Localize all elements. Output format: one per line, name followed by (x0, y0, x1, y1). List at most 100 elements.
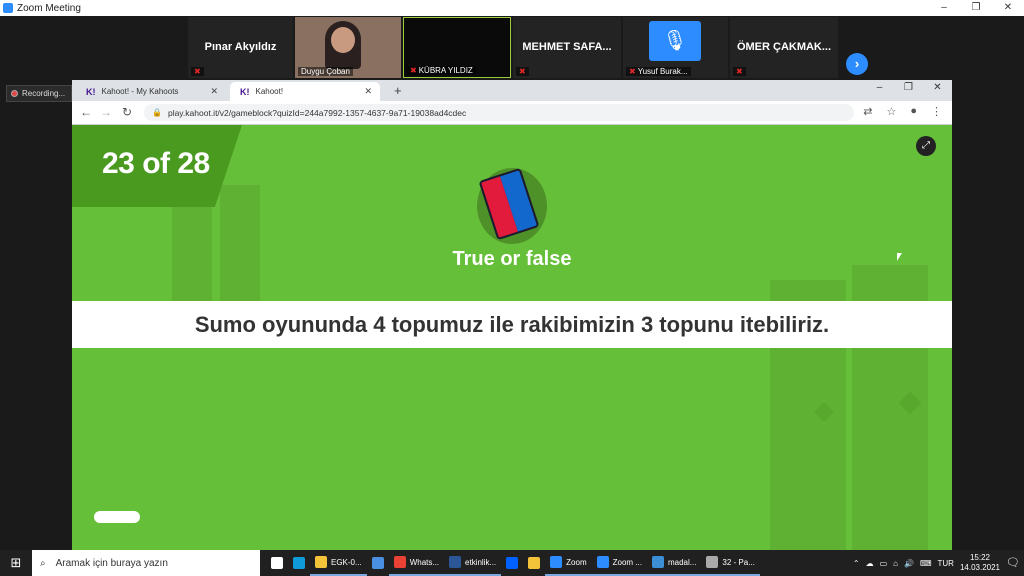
dropbox-icon (506, 557, 519, 569)
url-field[interactable]: 🔒 play.kahoot.it/v2/gameblock?quizId=244… (144, 104, 854, 121)
tab-kahoot[interactable]: K! Kahoot! ✕ (230, 82, 380, 101)
zoom-window-title: Zoom Meeting (17, 2, 81, 14)
recording-label: Recording... (22, 89, 66, 98)
zoom-titlebar: Zoom Meeting – ❐ ✕ (0, 0, 1024, 16)
menu-kebab-icon[interactable]: ⋮ (931, 105, 942, 118)
taskbar-app-mail[interactable] (367, 550, 389, 576)
toolbar-icons: ⇄ ☆ ● ⋮ (863, 105, 942, 118)
notification-icon[interactable]: 🗨 (1006, 556, 1020, 569)
recording-dot-icon (11, 90, 18, 97)
taskbar-app-zoom[interactable]: Zoom ... (591, 550, 647, 576)
browser-window-controls: – ❐ ✕ (865, 82, 952, 93)
participant-tile[interactable]: Pınar Akyıldız ✖ (188, 17, 293, 78)
participant-tile[interactable]: Duygu Çoban (295, 17, 401, 78)
lock-icon: 🔒 (152, 108, 162, 117)
taskbar-app-word[interactable]: etkinlik... (444, 550, 502, 576)
taskbar-search[interactable]: ⌕ Aramak için buraya yazın (32, 550, 260, 576)
mail-icon (371, 557, 384, 569)
language-indicator[interactable]: TUR (938, 559, 954, 568)
cloud-icon[interactable]: ☁ (866, 559, 874, 568)
network-icon[interactable]: ⌂ (893, 559, 898, 568)
kahoot-favicon-icon: K! (240, 86, 250, 97)
taskbar-app-edge[interactable] (288, 550, 310, 576)
taskbar-app-zoom[interactable]: Zoom (545, 550, 592, 576)
zoom-minimize-button[interactable]: – (928, 0, 960, 16)
fullscreen-icon[interactable]: ⤢ (916, 136, 936, 156)
zoom-window-controls: – ❐ ✕ (928, 0, 1024, 16)
mic-muted-icon: ✖ (516, 67, 529, 76)
taskbar-app-paint[interactable]: 32 - Pa... (701, 550, 760, 576)
back-arrow-icon[interactable]: ← (80, 105, 92, 119)
participant-name: MEHMET SAFA... (522, 41, 612, 53)
tab-label: Kahoot! (255, 87, 284, 96)
taskbar-app-label: 32 - Pa... (722, 557, 755, 567)
taskbar-app-folder[interactable]: EGK-0... (310, 550, 367, 576)
next-participants-button[interactable]: › (846, 53, 868, 75)
taskbar-app-label: madal... (667, 557, 697, 567)
zoom-icon (550, 556, 563, 568)
browser-maximize-button[interactable]: ❐ (894, 82, 923, 93)
kahoot-favicon-icon: K! (86, 86, 96, 97)
profile-icon[interactable]: ● (910, 105, 917, 118)
zoom-close-button[interactable]: ✕ (992, 0, 1024, 16)
kahoot-page: 23 of 28 ⤢ True or false Sumo oyununda 4… (72, 125, 952, 550)
question-counter: 23 of 28 (102, 147, 210, 180)
taskbar-app-photos[interactable]: madal... (646, 550, 702, 576)
participant-face (331, 27, 355, 53)
task-view-icon (271, 557, 283, 569)
clock-date: 14.03.2021 (959, 563, 1000, 572)
participant-tile[interactable]: ✖ KÜBRA YILDIZ (403, 17, 511, 78)
zoom-icon (596, 556, 609, 568)
search-placeholder: Aramak için buraya yazın (55, 557, 168, 569)
tab-close-icon[interactable]: ✕ (364, 86, 372, 97)
background-shape (220, 185, 260, 305)
participant-tile[interactable]: ÖMER ÇAKMAK... ✖ (730, 17, 838, 78)
participant-label: Duygu Çoban (298, 67, 353, 76)
clock[interactable]: 15:22 14.03.2021 (960, 553, 1000, 573)
system-tray: ⌃ ☁ ▭ ⌂ 🔊 ⌨ TUR 15:22 14.03.2021 (853, 550, 1000, 576)
browser-minimize-button[interactable]: – (865, 82, 894, 93)
taskbar: ⊞ ⌕ Aramak için buraya yazın EGK-0... Wha… (0, 550, 1024, 576)
browser-window: K! Kahoot! - My Kahoots ✕ K! Kahoot! ✕ +… (72, 80, 952, 550)
taskbar-app-chrome[interactable]: Whats... (388, 550, 445, 576)
photos-icon (651, 556, 664, 568)
browser-close-button[interactable]: ✕ (923, 82, 952, 93)
participant-name: Pınar Akyıldız (204, 41, 277, 53)
recording-indicator[interactable]: Recording... (6, 85, 72, 102)
taskbar-apps: EGK-0... Whats... etkinlik... Zoom Zoom ... m… (266, 550, 760, 576)
mic-off-avatar-icon: 🎙 (649, 21, 701, 61)
zoom-logo-icon (3, 3, 13, 13)
files-icon (528, 557, 541, 569)
url-text: play.kahoot.it/v2/gameblock?quizId=244a7… (167, 107, 467, 118)
windows-start-icon[interactable]: ⊞ (0, 550, 32, 576)
participant-strip: Pınar Akyıldız ✖ Duygu Çoban ✖ KÜBRA YILD… (0, 16, 1024, 80)
taskbar-app-dropbox[interactable] (501, 550, 523, 576)
taskbar-app-task-view[interactable] (266, 550, 288, 576)
taskbar-app-label: etkinlik... (465, 557, 497, 567)
mouse-cursor-icon (897, 253, 907, 261)
zoom-maximize-button[interactable]: ❐ (960, 0, 992, 16)
participant-tile[interactable]: MEHMET SAFA... ✖ (513, 17, 621, 78)
participant-tile[interactable]: 🎙 ✖ Yusuf Burak... (623, 17, 728, 78)
mic-muted-icon: ✖ (733, 67, 746, 76)
word-icon (449, 556, 462, 568)
volume-icon[interactable]: 🔊 (904, 559, 914, 568)
tab-my-kahoots[interactable]: K! Kahoot! - My Kahoots ✕ (76, 82, 226, 101)
new-tab-button[interactable]: + (394, 83, 402, 98)
forward-arrow-icon[interactable]: → (100, 105, 112, 119)
question-type-label: True or false (452, 248, 572, 270)
taskbar-app-files[interactable] (523, 550, 545, 576)
question-text: Sumo oyununda 4 topumuz ile rakibimizin … (72, 301, 952, 348)
translate-icon[interactable]: ⇄ (863, 105, 872, 118)
tab-label: Kahoot! - My Kahoots (101, 87, 179, 96)
keyboard-icon[interactable]: ⌨ (920, 559, 932, 568)
battery-icon[interactable]: ▭ (880, 559, 888, 568)
bookmark-star-icon[interactable]: ☆ (886, 105, 896, 118)
reload-icon[interactable]: ↻ (122, 105, 132, 119)
chrome-icon (393, 556, 406, 568)
tab-close-icon[interactable]: ✕ (210, 86, 218, 97)
paint-icon (706, 556, 719, 568)
timer-bar (94, 511, 140, 523)
tray-chevron-icon[interactable]: ⌃ (853, 559, 860, 568)
participant-label: ✖ Yusuf Burak... (626, 67, 691, 76)
